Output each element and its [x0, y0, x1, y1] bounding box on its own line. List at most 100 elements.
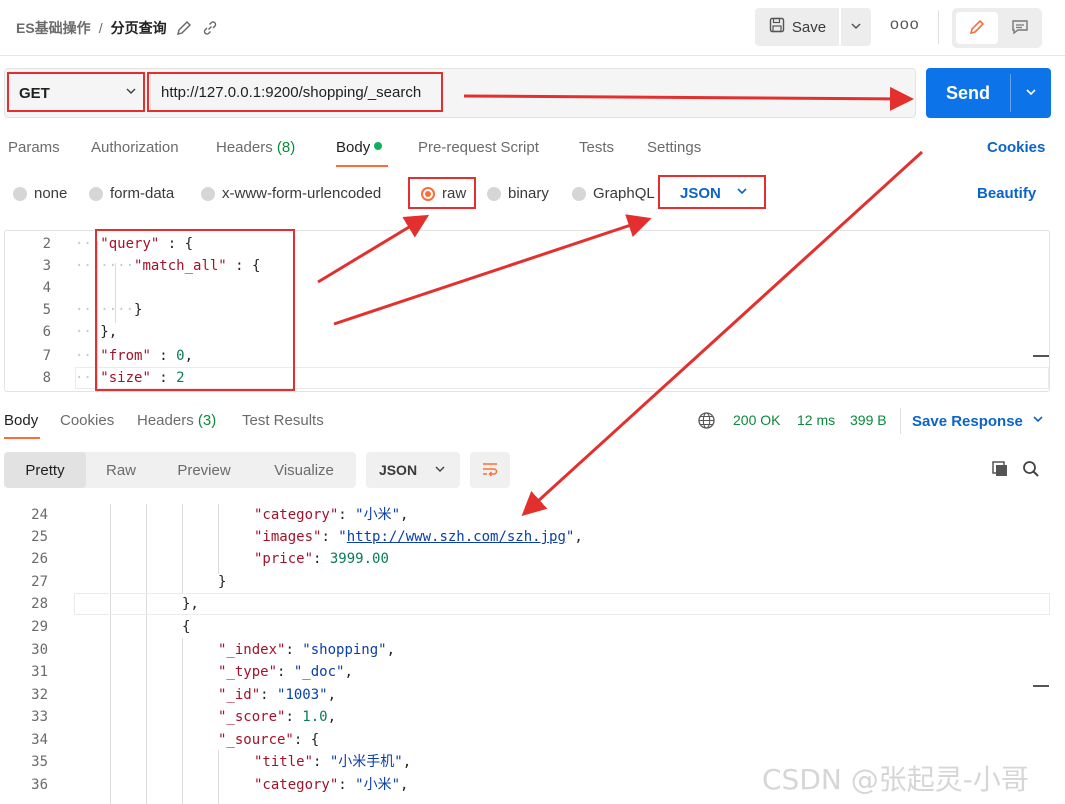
json-number: 3999.00 — [329, 551, 389, 567]
body-type-none[interactable]: none — [13, 185, 67, 202]
active-response-tab-indicator — [4, 437, 40, 439]
tab-body[interactable]: Body — [336, 139, 383, 156]
link-icon[interactable] — [201, 19, 219, 37]
tab-pre-request-script[interactable]: Pre-request Script — [418, 139, 539, 156]
scrollbar-marker[interactable] — [1033, 685, 1049, 687]
search-icon[interactable] — [1021, 459, 1041, 482]
cookies-link[interactable]: Cookies — [987, 139, 1045, 156]
save-button[interactable]: Save — [755, 8, 839, 46]
body-type-graphql[interactable]: GraphQL — [572, 185, 655, 202]
send-button[interactable]: Send — [926, 68, 1010, 118]
response-tab-test-results[interactable]: Test Results — [242, 412, 324, 429]
json-punct: , — [327, 709, 337, 725]
save-options-dropdown[interactable] — [841, 8, 871, 46]
line-number: 31 — [31, 664, 48, 680]
annotation-box-raw — [408, 177, 476, 209]
view-raw[interactable]: Raw — [86, 452, 156, 488]
body-type-binary[interactable]: binary — [487, 185, 549, 202]
save-label: Save — [791, 18, 827, 36]
save-group: Save — [755, 8, 871, 46]
json-number: 1.0 — [302, 709, 328, 725]
body-type-form-data-label: form-data — [110, 185, 175, 202]
more-actions-button[interactable]: ooo — [890, 16, 920, 34]
json-link[interactable]: http://www.szh.com/szh.jpg — [347, 529, 566, 545]
code-line: "title": "小米手机", — [254, 754, 412, 770]
line-number: 5 — [42, 302, 51, 318]
wrap-lines-button[interactable] — [470, 452, 510, 488]
json-punct: , — [327, 687, 337, 703]
line-number: 32 — [31, 687, 48, 703]
json-string: "小米手机" — [329, 754, 403, 770]
active-tab-indicator — [336, 165, 388, 167]
request-name[interactable]: 分页查询 — [111, 18, 167, 38]
response-tab-cookies[interactable]: Cookies — [60, 412, 114, 429]
line-number: 26 — [31, 551, 48, 567]
body-type-graphql-label: GraphQL — [593, 185, 655, 202]
view-visualize[interactable]: Visualize — [252, 452, 356, 488]
view-pretty[interactable]: Pretty — [4, 452, 86, 488]
json-string: "_doc" — [293, 664, 345, 680]
floppy-disk-icon — [768, 16, 786, 38]
comment-icon — [1010, 17, 1030, 40]
code-line: "images": "http://www.szh.com/szh.jpg", — [254, 529, 583, 545]
current-line-highlight — [74, 593, 1050, 615]
send-options-dropdown[interactable] — [1011, 68, 1051, 118]
line-number: 34 — [31, 732, 48, 748]
response-divider — [900, 408, 901, 434]
json-string: " — [338, 529, 347, 545]
radio-form-data — [89, 186, 103, 201]
line-number: 27 — [31, 574, 48, 590]
edit-mode-button[interactable] — [956, 12, 998, 44]
response-tab-body[interactable]: Body — [4, 412, 38, 429]
line-number: 7 — [42, 348, 51, 364]
indent-guide — [110, 504, 111, 804]
code-line: "category": "小米", — [254, 777, 409, 793]
indent-guide — [146, 504, 147, 804]
json-string: "shopping" — [302, 642, 387, 658]
line-number: 8 — [42, 370, 51, 386]
response-time[interactable]: 12 ms — [797, 412, 835, 428]
status-code[interactable]: 200 OK — [733, 412, 780, 428]
scrollbar-marker[interactable] — [1033, 355, 1049, 357]
breadcrumb-collection[interactable]: ES基础操作 — [16, 18, 91, 38]
line-number: 29 — [31, 619, 48, 635]
tab-headers[interactable]: Headers (8) — [216, 139, 295, 156]
annotation-box-method — [7, 72, 145, 112]
body-type-binary-label: binary — [508, 185, 549, 202]
line-number: 28 — [31, 596, 48, 612]
documentation-button[interactable] — [1002, 12, 1038, 44]
tab-authorization[interactable]: Authorization — [91, 139, 179, 156]
beautify-button[interactable]: Beautify — [977, 185, 1036, 202]
tab-tests[interactable]: Tests — [579, 139, 614, 156]
indent-guide — [182, 504, 183, 594]
pencil-icon[interactable] — [175, 19, 193, 37]
response-tab-headers[interactable]: Headers (3) — [137, 412, 216, 429]
json-string: "小米" — [355, 777, 401, 793]
response-size[interactable]: 399 B — [850, 412, 887, 428]
code-line: { — [182, 619, 191, 635]
globe-icon[interactable] — [697, 411, 716, 433]
wrap-lines-icon — [480, 459, 500, 482]
json-string: "1003" — [277, 687, 328, 703]
view-preview[interactable]: Preview — [156, 452, 252, 488]
copy-icon[interactable] — [990, 459, 1010, 482]
tab-settings[interactable]: Settings — [647, 139, 701, 156]
save-response-button[interactable]: Save Response — [912, 412, 1045, 430]
line-number: 2 — [42, 236, 51, 252]
body-type-urlencoded[interactable]: x-www-form-urlencoded — [201, 185, 381, 202]
json-key: "_index" — [218, 642, 286, 658]
radio-none — [13, 186, 27, 201]
code-line: } — [218, 574, 227, 590]
save-response-label: Save Response — [912, 412, 1023, 430]
line-number: 3 — [42, 258, 51, 274]
tab-params[interactable]: Params — [8, 139, 60, 156]
body-status-dot — [374, 142, 383, 150]
request-header: ES基础操作 / 分页查询 Save ooo — [0, 0, 1065, 56]
line-number: 33 — [31, 709, 48, 725]
json-punct: , — [386, 642, 396, 658]
radio-urlencoded — [201, 186, 215, 201]
annotation-box-json — [658, 175, 766, 209]
body-type-form-data[interactable]: form-data — [89, 185, 174, 202]
response-format-select[interactable]: JSON — [366, 452, 460, 488]
json-punct: , — [400, 777, 409, 793]
